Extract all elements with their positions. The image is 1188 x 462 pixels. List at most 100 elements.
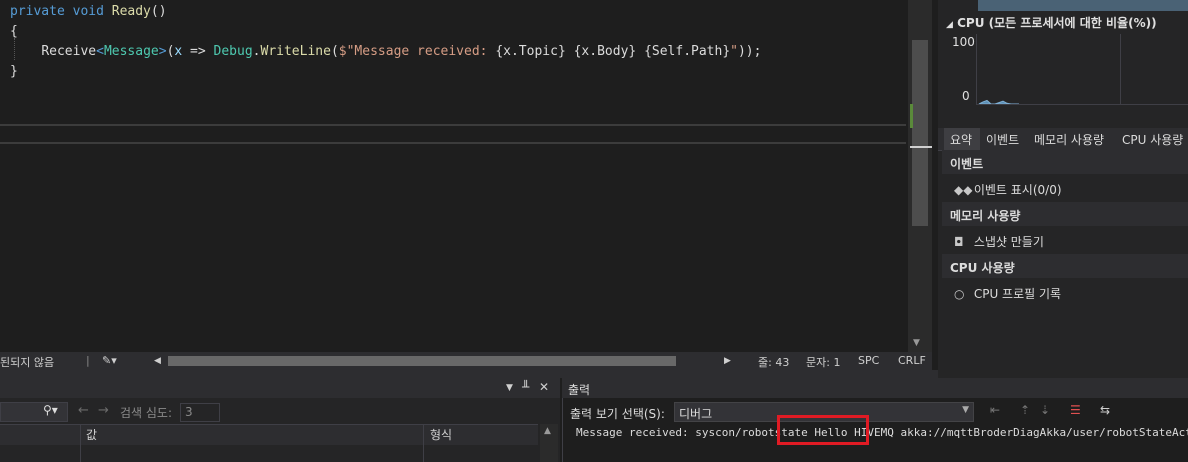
- tab-memory[interactable]: 메모리 사용량: [1034, 131, 1104, 148]
- locals-title-bar: [0, 378, 560, 398]
- code-punct: <: [96, 44, 104, 59]
- code-type: Message: [103, 44, 159, 59]
- scroll-up-icon[interactable]: ▲: [544, 426, 551, 436]
- code-string: [636, 44, 644, 59]
- locals-scrollbar[interactable]: ▲: [540, 424, 558, 462]
- chevron-down-icon: ▼: [962, 405, 969, 415]
- code-line-4[interactable]: }: [10, 64, 18, 79]
- word-wrap-icon[interactable]: ⇆: [1100, 403, 1110, 417]
- code-interp: {Self.Path}: [644, 44, 731, 59]
- tab-events[interactable]: 이벤트: [986, 131, 1019, 148]
- code-brace-open: {: [10, 24, 18, 39]
- search-back-icon[interactable]: ←: [78, 403, 89, 418]
- search-depth-select[interactable]: 3: [180, 403, 220, 422]
- output-title: 출력: [568, 383, 591, 397]
- output-source-value: 디버그: [679, 407, 713, 421]
- section-cpu-header: CPU 사용량: [942, 254, 1188, 278]
- line-number: 줄: 43: [758, 356, 790, 369]
- code-call: WriteLine: [260, 44, 331, 59]
- output-source-label: 출력 보기 선택(S):: [570, 407, 665, 421]
- code-interp: {x.Body}: [573, 44, 637, 59]
- take-snapshot-item[interactable]: ◘ 스냅샷 만들기: [954, 233, 1044, 250]
- column-divider[interactable]: [423, 424, 424, 462]
- status-divider: |: [86, 354, 90, 367]
- code-line-2[interactable]: {: [10, 24, 18, 39]
- code-string: [566, 44, 574, 59]
- pin-icon[interactable]: ╨: [522, 380, 529, 394]
- cpu-graph: [976, 34, 1188, 105]
- line-ending[interactable]: CRLF: [898, 354, 926, 367]
- editor-horizontal-scroll-thumb[interactable]: [168, 356, 676, 366]
- code-string: ": [730, 44, 738, 59]
- output-text[interactable]: Message received: syscon/robotstate Hell…: [576, 426, 1188, 439]
- cpu-graph-title[interactable]: ◢ CPU (모든 프로세서에 대한 비율(%)): [946, 14, 1157, 31]
- timeline-bar: [978, 0, 1188, 11]
- current-line-highlight: [0, 124, 906, 144]
- brush-icon[interactable]: ✎▾: [102, 354, 117, 367]
- section-title: 메모리 사용량: [950, 209, 1021, 223]
- clear-all-icon[interactable]: ☰: [1070, 403, 1081, 417]
- events-icon: ◆◆: [954, 183, 973, 197]
- goto-prev-message-icon[interactable]: ⇤: [990, 403, 1000, 417]
- col-header-type[interactable]: 형식: [430, 426, 452, 443]
- section-events-header: 이벤트: [942, 150, 1188, 174]
- tab-summary[interactable]: 요약: [950, 131, 972, 148]
- column-number: 문자: 1: [806, 356, 841, 369]
- change-marker: [910, 104, 913, 128]
- cpu-usage-area: [978, 99, 1019, 105]
- item-label: 이벤트 표시(0/0): [973, 183, 1062, 197]
- pane-menu-icon[interactable]: ▼: [506, 383, 513, 393]
- code-interp: {x.Topic}: [495, 44, 566, 59]
- search-depth-label: 검색 심도:: [120, 406, 173, 420]
- tab-cpu[interactable]: CPU 사용량: [1122, 131, 1183, 148]
- code-class: Debug: [213, 44, 253, 59]
- code-method: Receive: [41, 44, 97, 59]
- camera-icon: ◘: [954, 235, 964, 249]
- col-header-value[interactable]: 값: [86, 426, 97, 443]
- y-axis-max: 100: [952, 35, 975, 49]
- scroll-left-icon[interactable]: ◀: [154, 356, 161, 366]
- record-cpu-profile-item[interactable]: ○ CPU 프로필 기록: [954, 285, 1061, 302]
- code-method-name: Ready: [111, 4, 151, 19]
- code-keyword: private void: [10, 4, 104, 19]
- record-icon: ○: [954, 287, 965, 301]
- code-line-3[interactable]: Receive<Message>(x => Debug.WriteLine($"…: [10, 44, 761, 59]
- item-label: 스냅샷 만들기: [973, 235, 1044, 249]
- code-punct: (): [150, 4, 167, 19]
- code-punct: (: [330, 44, 339, 59]
- code-editor[interactable]: private void Ready() { Receive<Message> (…: [0, 0, 908, 352]
- cpu-title-text: CPU (모든 프로세서에 대한 비율(%)): [957, 16, 1157, 30]
- spacing-mode[interactable]: SPC: [858, 354, 879, 367]
- column-divider[interactable]: [80, 424, 81, 462]
- scroll-down-icon[interactable]: ▼: [913, 338, 920, 348]
- find-prev-icon[interactable]: ⇡: [1020, 403, 1030, 417]
- code-punct: ));: [737, 44, 762, 59]
- search-icon[interactable]: ⚲▾: [43, 403, 58, 417]
- issues-status[interactable]: 된되지 않음: [0, 354, 54, 370]
- show-events-item[interactable]: ◆◆ 이벤트 표시(0/0): [954, 181, 1062, 198]
- y-axis-min: 0: [962, 89, 970, 103]
- code-punct: >: [158, 44, 167, 59]
- editor-scroll-thumb[interactable]: [912, 40, 928, 226]
- section-title: CPU 사용량: [950, 261, 1015, 275]
- annotation-highlight-box: [777, 415, 869, 445]
- code-arrow: =>: [182, 44, 214, 59]
- graph-gridline: [1120, 34, 1121, 104]
- scroll-right-icon[interactable]: ▶: [724, 356, 731, 366]
- depth-value: 3: [185, 405, 193, 419]
- collapse-icon[interactable]: ◢: [946, 20, 953, 30]
- search-forward-icon[interactable]: →: [98, 403, 109, 418]
- code-string: $"Message received:: [338, 44, 496, 59]
- locals-search-input[interactable]: ⚲▾: [0, 402, 68, 422]
- caret-position-marker: [910, 146, 932, 148]
- close-icon[interactable]: ✕: [539, 380, 549, 394]
- output-title-bar: [562, 378, 1188, 398]
- section-memory-header: 메모리 사용량: [942, 202, 1188, 226]
- section-title: 이벤트: [950, 157, 984, 171]
- code-line-1[interactable]: private void Ready(): [10, 4, 167, 19]
- item-label: CPU 프로필 기록: [973, 287, 1062, 301]
- code-brace-close: }: [10, 64, 18, 79]
- find-next-icon[interactable]: ⇣: [1040, 403, 1050, 417]
- code-punct: .: [252, 44, 261, 59]
